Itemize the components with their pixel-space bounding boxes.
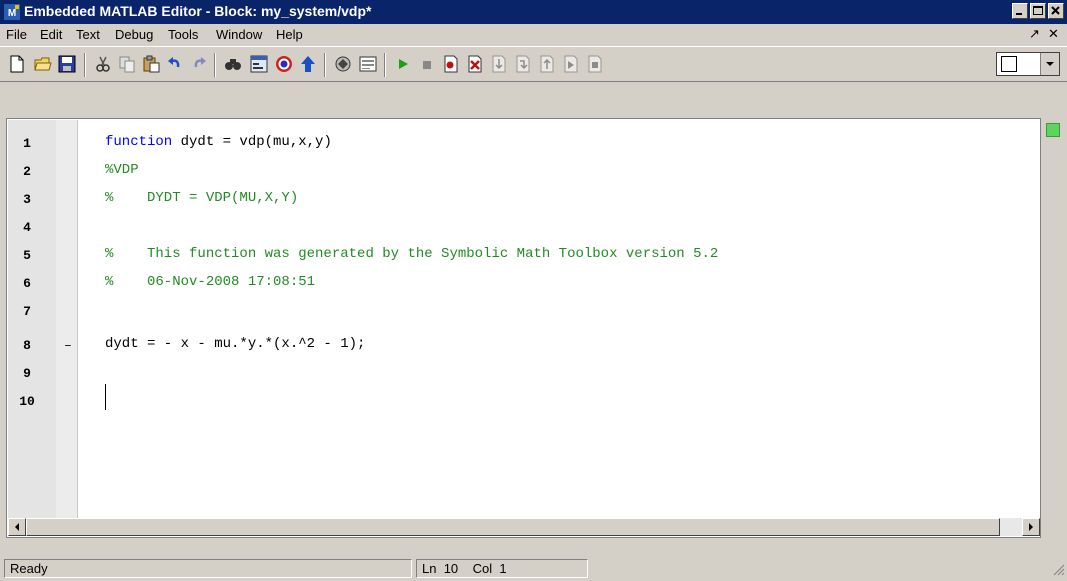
status-message: Ready — [4, 559, 412, 578]
ln-value: 10 — [443, 561, 459, 576]
line-number: 5 — [23, 248, 31, 263]
line-number: 1 — [23, 136, 31, 151]
chevron-down-icon[interactable] — [1040, 53, 1059, 75]
menu-window[interactable]: Window — [216, 27, 262, 42]
code-line[interactable]: dydt = - x - mu.*y.*(x.^2 - 1); — [105, 336, 365, 352]
run-icon[interactable] — [394, 55, 412, 73]
menu-debug[interactable]: Debug — [115, 27, 153, 42]
undo-icon[interactable] — [166, 55, 184, 73]
menu-text[interactable]: Text — [76, 27, 100, 42]
line-number: 9 — [23, 366, 31, 381]
menu-bar: File Edit Text Debug Tools Window Help ↗… — [0, 24, 1067, 46]
toolbar-separator — [84, 53, 86, 77]
continue-icon[interactable] — [562, 55, 580, 73]
cursor-position: Ln 10 Col 1 — [416, 559, 588, 578]
window-title: Embedded MATLAB Editor - Block: my_syste… — [24, 3, 372, 19]
line-number-gutter — [8, 120, 56, 518]
step-icon[interactable] — [490, 55, 508, 73]
editor-pane[interactable] — [6, 118, 1041, 538]
line-number: 4 — [23, 220, 31, 235]
breakpoint-column[interactable] — [56, 120, 78, 518]
new-file-icon[interactable] — [8, 55, 26, 73]
toolbar — [0, 46, 1067, 82]
menu-help[interactable]: Help — [276, 27, 303, 42]
stack-select[interactable] — [996, 52, 1060, 76]
line-number: 6 — [23, 276, 31, 291]
target-icon[interactable] — [275, 55, 293, 73]
status-bar: Ready Ln 10 Col 1 — [0, 556, 1067, 581]
code-line[interactable]: % This function was generated by the Sym… — [105, 246, 718, 262]
exit-debug-icon[interactable] — [586, 55, 604, 73]
ln-label: Ln — [422, 561, 437, 576]
toolbar-separator — [324, 53, 326, 77]
step-out-icon[interactable] — [538, 55, 556, 73]
save-icon[interactable] — [58, 55, 76, 73]
title-bar[interactable]: M Embedded MATLAB Editor - Block: my_sys… — [0, 0, 1067, 24]
text-cursor — [105, 384, 106, 410]
line-number: 2 — [23, 164, 31, 179]
line-number: 8 — [23, 338, 31, 353]
line-number: 3 — [23, 192, 31, 207]
minimize-button[interactable] — [1012, 3, 1028, 19]
resize-grip-icon[interactable] — [1051, 562, 1065, 579]
code-line[interactable]: % DYDT = VDP(MU,X,Y) — [105, 190, 298, 206]
clear-breakpoint-icon[interactable] — [466, 55, 484, 73]
close-button[interactable] — [1048, 3, 1064, 19]
build-icon[interactable] — [334, 55, 352, 73]
step-in-icon[interactable] — [514, 55, 532, 73]
toolbar-separator — [214, 53, 216, 77]
redo-icon[interactable] — [190, 55, 208, 73]
scroll-left-button[interactable] — [8, 518, 26, 536]
editor-window: M Embedded MATLAB Editor - Block: my_sys… — [0, 0, 1067, 581]
line-number: 7 — [23, 304, 31, 319]
col-label: Col — [472, 561, 493, 576]
code-text: dydt = vdp(mu,x,y) — [172, 134, 332, 150]
close-document-button[interactable]: ✕ — [1048, 26, 1059, 42]
open-folder-icon[interactable] — [34, 55, 52, 73]
find-icon[interactable] — [224, 55, 242, 73]
menu-tools[interactable]: Tools — [168, 27, 198, 42]
model-explorer-icon[interactable] — [250, 55, 268, 73]
maximize-button[interactable] — [1030, 3, 1046, 19]
data-type-icon[interactable] — [359, 55, 377, 73]
code-line[interactable]: %VDP — [105, 162, 139, 178]
code-line[interactable]: % 06-Nov-2008 17:08:51 — [105, 274, 315, 290]
set-breakpoint-icon[interactable] — [442, 55, 460, 73]
go-to-icon[interactable] — [299, 55, 317, 73]
menu-edit[interactable]: Edit — [40, 27, 62, 42]
svg-text:M: M — [8, 8, 16, 19]
breakpoint-dash[interactable]: – — [64, 338, 72, 353]
undock-button[interactable]: ↗ — [1029, 26, 1040, 42]
col-value: 1 — [499, 561, 507, 576]
mlint-status-indicator[interactable] — [1046, 123, 1060, 137]
copy-icon[interactable] — [118, 55, 136, 73]
scrollbar-thumb[interactable] — [26, 518, 1000, 536]
toolbar-separator — [384, 53, 386, 77]
menu-file[interactable]: File — [6, 27, 27, 42]
keyword: function — [105, 134, 173, 150]
code-line[interactable]: function dydt = vdp(mu,x,y) — [105, 134, 332, 150]
line-number: 10 — [19, 394, 35, 409]
matlab-app-icon: M — [4, 4, 20, 20]
stop-icon[interactable] — [418, 55, 436, 73]
cut-icon[interactable] — [94, 55, 112, 73]
paste-icon[interactable] — [142, 55, 160, 73]
stack-select-box — [1001, 56, 1017, 72]
scroll-right-button[interactable] — [1022, 518, 1040, 536]
horizontal-scrollbar[interactable] — [8, 518, 1040, 536]
